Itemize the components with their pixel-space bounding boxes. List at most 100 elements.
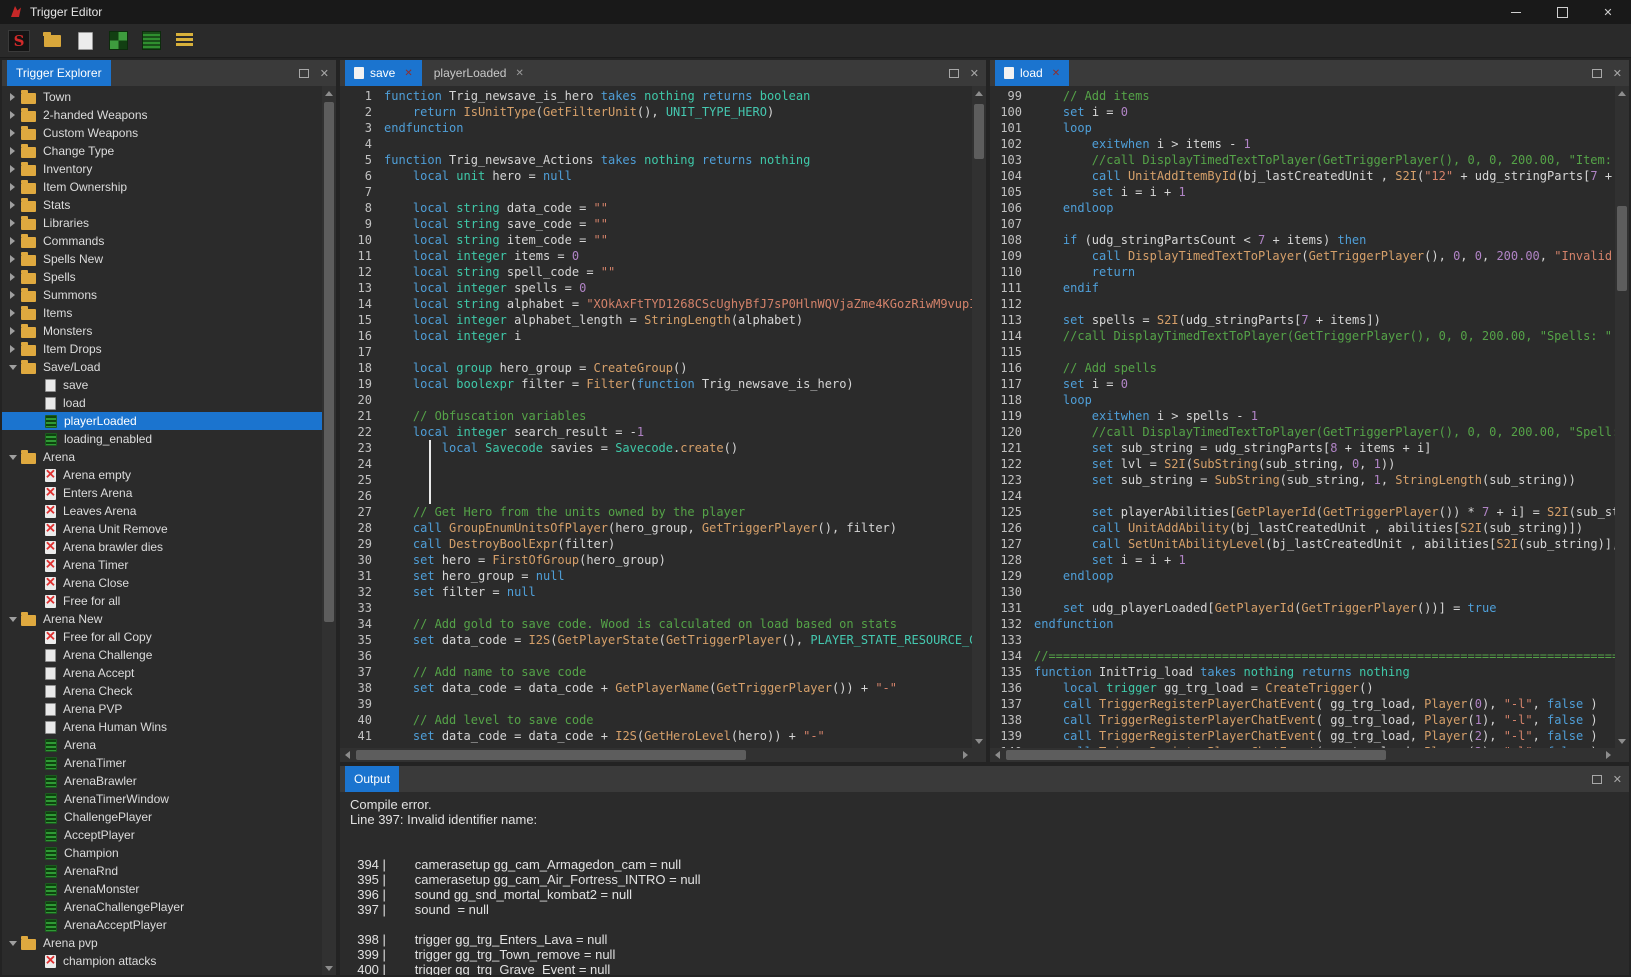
tree-item-items[interactable]: Items	[2, 304, 322, 322]
collapsed-arrow-icon[interactable]	[6, 345, 19, 353]
tab-playerloaded[interactable]: playerLoaded	[425, 60, 533, 86]
collapsed-arrow-icon[interactable]	[6, 111, 19, 119]
code-line[interactable]: 113 set spells = S2I(udg_stringParts[7 +…	[990, 312, 1615, 328]
app-logo-icon[interactable]	[8, 30, 30, 52]
scrollbar-thumb[interactable]	[324, 102, 334, 622]
tab-load[interactable]: load	[995, 60, 1069, 86]
code-line[interactable]: 131 set udg_playerLoaded[GetPlayerId(Get…	[990, 600, 1615, 616]
tree-item-inventory[interactable]: Inventory	[2, 160, 322, 178]
tree-item-stats[interactable]: Stats	[2, 196, 322, 214]
code-line[interactable]: 17	[340, 344, 972, 360]
code-line[interactable]: 4	[340, 136, 972, 152]
code-line[interactable]: 34 // Add gold to save code. Wood is cal…	[340, 616, 972, 632]
explorer-vertical-scrollbar[interactable]	[322, 86, 336, 975]
code-line[interactable]: 9 local string save_code = ""	[340, 216, 972, 232]
scroll-up-icon[interactable]	[322, 86, 336, 100]
tree-item-arena-timer[interactable]: Arena Timer	[2, 556, 322, 574]
code-line[interactable]: 23 local Savecode savies = Savecode.crea…	[340, 440, 972, 456]
code-line[interactable]: 20	[340, 392, 972, 408]
code-line[interactable]: 26	[340, 488, 972, 504]
tree-item-champion[interactable]: Champion	[2, 844, 322, 862]
code-line[interactable]: 36	[340, 648, 972, 664]
collapsed-arrow-icon[interactable]	[6, 255, 19, 263]
close-button[interactable]	[1585, 0, 1631, 24]
code-line[interactable]: 30 set hero = FirstOfGroup(hero_group)	[340, 552, 972, 568]
code-line[interactable]: 135function InitTrig_load takes nothing …	[990, 664, 1615, 680]
code-line[interactable]: 18 local group hero_group = CreateGroup(…	[340, 360, 972, 376]
code-line[interactable]: 12 local string spell_code = ""	[340, 264, 972, 280]
collapsed-arrow-icon[interactable]	[6, 237, 19, 245]
scroll-right-icon[interactable]	[958, 748, 972, 762]
scroll-up-icon[interactable]	[972, 86, 986, 100]
tree-item-save[interactable]: save	[2, 376, 322, 394]
code-line[interactable]: 117 set i = 0	[990, 376, 1615, 392]
code-line[interactable]: 3endfunction	[340, 120, 972, 136]
scroll-right-icon[interactable]	[1601, 748, 1615, 762]
code-line[interactable]: 121 set sub_string = udg_stringParts[8 +…	[990, 440, 1615, 456]
tree-item-acceptplayer[interactable]: AcceptPlayer	[2, 826, 322, 844]
code-line[interactable]: 122 set lvl = S2I(SubString(sub_string, …	[990, 456, 1615, 472]
editor-vertical-scrollbar[interactable]	[972, 86, 986, 748]
collapsed-arrow-icon[interactable]	[6, 291, 19, 299]
tree-item-leaves-arena[interactable]: Leaves Arena	[2, 502, 322, 520]
scroll-up-icon[interactable]	[1615, 86, 1629, 100]
code-line[interactable]: 114 //call DisplayTimedTextToPlayer(GetT…	[990, 328, 1615, 344]
code-line[interactable]: 41 set data_code = data_code + I2S(GetHe…	[340, 728, 972, 744]
code-line[interactable]: 38 set data_code = data_code + GetPlayer…	[340, 680, 972, 696]
close-tab-icon[interactable]	[1052, 68, 1060, 79]
maximize-button[interactable]	[1539, 0, 1585, 24]
code-line[interactable]: 127 call SetUnitAbilityLevel(bj_lastCrea…	[990, 536, 1615, 552]
code-area[interactable]: 99 // Add items100 set i = 0101 loop102 …	[990, 86, 1615, 748]
tree-item-arena-pvp[interactable]: Arena pvp	[2, 934, 322, 952]
code-line[interactable]: 11 local integer items = 0	[340, 248, 972, 264]
collapsed-arrow-icon[interactable]	[6, 147, 19, 155]
code-line[interactable]: 1function Trig_newsave_is_hero takes not…	[340, 88, 972, 104]
tree-item-libraries[interactable]: Libraries	[2, 214, 322, 232]
tree-item-arena-challenge[interactable]: Arena Challenge	[2, 646, 322, 664]
tree-item-2-handed-weapons[interactable]: 2-handed Weapons	[2, 106, 322, 124]
tree-item-save-load[interactable]: Save/Load	[2, 358, 322, 376]
code-line[interactable]: 132endfunction	[990, 616, 1615, 632]
code-line[interactable]: 133	[990, 632, 1615, 648]
tree-item-arena-new[interactable]: Arena New	[2, 610, 322, 628]
code-line[interactable]: 139 call TriggerRegisterPlayerChatEvent(…	[990, 728, 1615, 744]
trigger-explorer-tab[interactable]: Trigger Explorer	[7, 60, 111, 86]
code-line[interactable]: 10 local string item_code = ""	[340, 232, 972, 248]
code-line[interactable]: 126 call UnitAddAbility(bj_lastCreatedUn…	[990, 520, 1615, 536]
code-line[interactable]: 32 set filter = null	[340, 584, 972, 600]
collapsed-arrow-icon[interactable]	[6, 273, 19, 281]
collapsed-arrow-icon[interactable]	[6, 93, 19, 101]
code-line[interactable]: 6 local unit hero = null	[340, 168, 972, 184]
tree-item-custom-weapons[interactable]: Custom Weapons	[2, 124, 322, 142]
code-line[interactable]: 120 //call DisplayTimedTextToPlayer(GetT…	[990, 424, 1615, 440]
tree-item-arenabrawler[interactable]: ArenaBrawler	[2, 772, 322, 790]
minimize-button[interactable]	[1493, 0, 1539, 24]
terrain-editor-icon[interactable]	[107, 30, 129, 52]
tree-item-loading-enabled[interactable]: loading_enabled	[2, 430, 322, 448]
code-line[interactable]: 108 if (udg_stringPartsCount < 7 + items…	[990, 232, 1615, 248]
code-line[interactable]: 124	[990, 488, 1615, 504]
float-panel-icon[interactable]	[299, 69, 309, 78]
tree-item-arena-unit-remove[interactable]: Arena Unit Remove	[2, 520, 322, 538]
close-tab-icon[interactable]	[515, 68, 523, 79]
code-line[interactable]: 125 set playerAbilities[GetPlayerId(GetT…	[990, 504, 1615, 520]
code-line[interactable]: 115	[990, 344, 1615, 360]
tree-item-change-type[interactable]: Change Type	[2, 142, 322, 160]
scroll-down-icon[interactable]	[972, 734, 986, 748]
code-line[interactable]: 25	[340, 472, 972, 488]
scrollbar-thumb[interactable]	[356, 750, 746, 760]
scrollbar-thumb[interactable]	[974, 104, 984, 159]
code-line[interactable]: 8 local string data_code = ""	[340, 200, 972, 216]
tree-item-arena-human-wins[interactable]: Arena Human Wins	[2, 718, 322, 736]
code-line[interactable]: 129 endloop	[990, 568, 1615, 584]
code-line[interactable]: 15 local integer alphabet_length = Strin…	[340, 312, 972, 328]
code-line[interactable]: 118 loop	[990, 392, 1615, 408]
scroll-down-icon[interactable]	[322, 961, 336, 975]
script-editor-icon[interactable]	[140, 30, 162, 52]
editor-horizontal-scrollbar[interactable]	[340, 748, 972, 762]
code-line[interactable]: 35 set data_code = I2S(GetPlayerState(Ge…	[340, 632, 972, 648]
code-line[interactable]: 128 set i = i + 1	[990, 552, 1615, 568]
expanded-arrow-icon[interactable]	[6, 365, 19, 370]
tree-item-arena-close[interactable]: Arena Close	[2, 574, 322, 592]
code-line[interactable]: 29 call DestroyBoolExpr(filter)	[340, 536, 972, 552]
